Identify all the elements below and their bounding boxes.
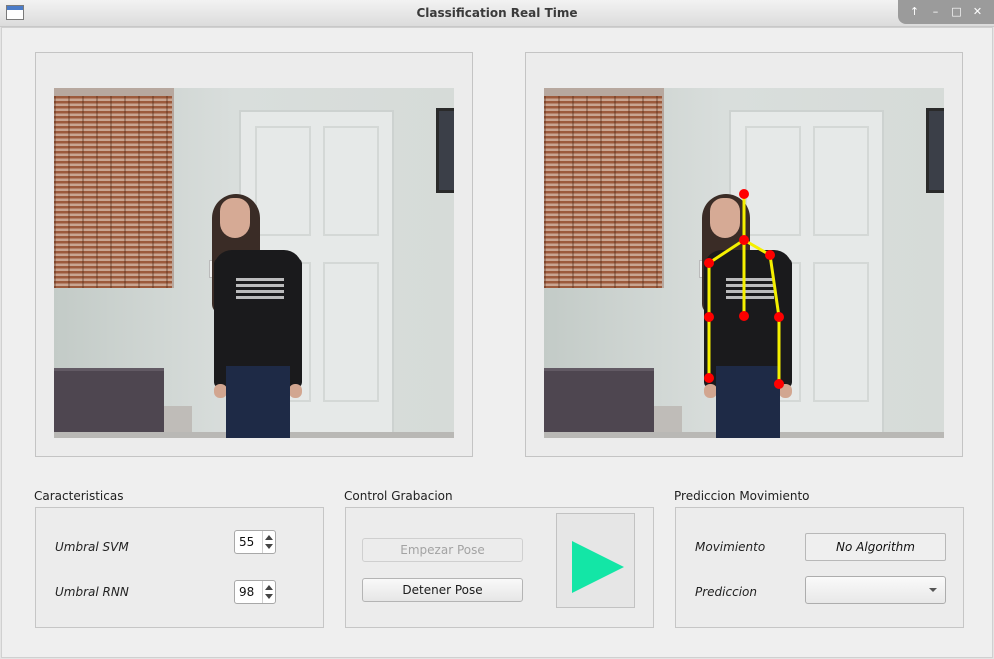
umbral-rnn-label: Umbral RNN	[55, 585, 129, 599]
window-controls: ↑ – □ ✕	[898, 0, 994, 24]
joint-torso	[739, 311, 749, 321]
skeleton-bone-left-shoulder	[708, 238, 745, 265]
scene-picture-frame	[436, 108, 454, 193]
main-window: Caracteristicas Umbral SVM 55 Umbral RNN…	[1, 27, 993, 658]
joint-right-shoulder	[765, 250, 775, 260]
camera-feed	[54, 88, 454, 438]
prediccion-movimiento-group: Movimiento No Algorithm Prediccion	[675, 507, 964, 628]
joint-right-wrist	[774, 379, 784, 389]
joint-left-elbow	[704, 312, 714, 322]
spin-up-icon[interactable]	[265, 535, 273, 540]
scene-blinds	[54, 96, 172, 288]
detener-pose-button[interactable]: Detener Pose	[362, 578, 523, 602]
prediccion-combobox[interactable]	[805, 576, 946, 604]
play-button[interactable]	[556, 513, 635, 608]
maximize-icon[interactable]: □	[949, 4, 965, 20]
chevron-down-icon	[929, 588, 937, 592]
door-panel	[255, 126, 311, 236]
door-panel	[323, 262, 379, 402]
window-title: Classification Real Time	[416, 6, 578, 20]
skeleton-bones	[707, 194, 781, 384]
umbral-svm-value: 55	[239, 535, 255, 549]
spin-down-icon[interactable]	[265, 594, 273, 599]
pose-feed	[544, 88, 944, 438]
control-grabacion-group: Empezar Pose Detener Pose	[345, 507, 654, 628]
door-panel	[323, 126, 379, 236]
control-grabacion-title: Control Grabacion	[344, 489, 453, 503]
play-icon	[572, 541, 624, 593]
person-hand	[289, 384, 302, 398]
pose-skeleton-overlay	[704, 189, 784, 389]
joint-right-elbow	[774, 312, 784, 322]
caracteristicas-group: Umbral SVM 55 Umbral RNN 98	[35, 507, 324, 628]
scene-bed	[54, 368, 164, 438]
umbral-svm-label: Umbral SVM	[55, 540, 129, 554]
joint-left-wrist	[704, 373, 714, 383]
umbral-rnn-spinbox[interactable]: 98	[234, 580, 276, 604]
title-bar: Classification Real Time ↑ – □ ✕	[0, 0, 994, 27]
spin-down-icon[interactable]	[265, 544, 273, 549]
person-jeans	[226, 366, 290, 438]
pose-panel	[525, 52, 963, 457]
skeleton-bone-right-upper-arm	[768, 254, 781, 318]
caracteristicas-title: Caracteristicas	[34, 489, 124, 503]
umbral-rnn-arrows	[262, 581, 275, 603]
minimize-icon[interactable]: –	[928, 4, 944, 20]
close-icon[interactable]: ✕	[970, 4, 986, 20]
movimiento-label: Movimiento	[695, 540, 766, 554]
spin-up-icon[interactable]	[265, 585, 273, 590]
joint-left-shoulder	[704, 258, 714, 268]
empezar-pose-button[interactable]: Empezar Pose	[362, 538, 523, 562]
umbral-svm-arrows	[262, 531, 275, 553]
joint-neck	[739, 235, 749, 245]
restore-icon[interactable]: ↑	[907, 4, 923, 20]
movimiento-value: No Algorithm	[805, 533, 946, 561]
prediccion-movimiento-title: Prediccion Movimiento	[674, 489, 810, 503]
camera-panel	[35, 52, 473, 457]
person-shirt-print	[236, 278, 284, 300]
umbral-svm-spinbox[interactable]: 55	[234, 530, 276, 554]
joint-head	[739, 189, 749, 199]
person-face	[220, 198, 250, 238]
umbral-rnn-value: 98	[239, 585, 255, 599]
person-torso	[214, 250, 302, 368]
prediccion-label: Prediccion	[695, 585, 757, 599]
